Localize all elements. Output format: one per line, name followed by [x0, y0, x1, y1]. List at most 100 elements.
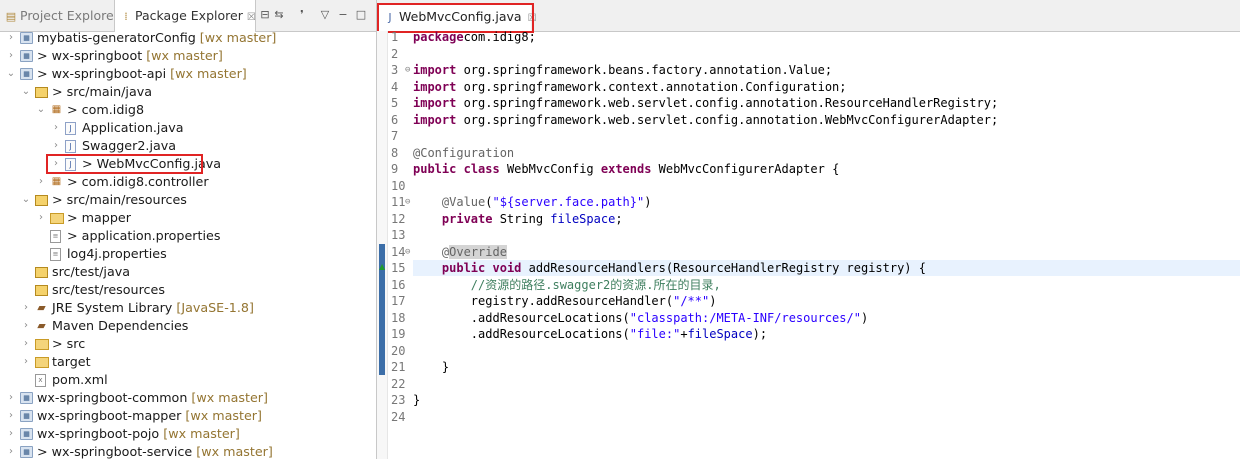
- code-text: public class WebMvcConfig extends WebMvc…: [413, 161, 839, 178]
- fold-toggle-icon[interactable]: ⊖: [405, 244, 410, 261]
- chevron-right-icon[interactable]: ›: [6, 425, 16, 443]
- code-line[interactable]: 6 import org.springframework.web.servlet.…: [377, 112, 1240, 129]
- chevron-down-icon[interactable]: ⌄: [21, 83, 31, 101]
- code-line[interactable]: 3 ⊖ import org.springframework.beans.facto…: [377, 62, 1240, 79]
- tree-item[interactable]: ≡ log4j.properties: [0, 245, 376, 263]
- tab-package-explorer[interactable]: ⁞ Package Explorer ☒: [114, 0, 256, 32]
- focus-icon[interactable]: ❜: [295, 8, 309, 22]
- code-line[interactable]: 2: [377, 46, 1240, 63]
- tree-item[interactable]: src/test/resources: [0, 281, 376, 299]
- minimize-icon[interactable]: −: [336, 8, 350, 22]
- tree-item[interactable]: › ▦ > wx-springboot-service [wx master]: [0, 443, 376, 459]
- chevron-down-icon[interactable]: ⌄: [21, 191, 31, 209]
- code-line[interactable]: 24: [377, 409, 1240, 426]
- tree-item[interactable]: › > src: [0, 335, 376, 353]
- code-line[interactable]: 17 registry.addResourceHandler("/**"): [377, 293, 1240, 310]
- tree-item[interactable]: › ▦ wx-springboot-common [wx master]: [0, 389, 376, 407]
- tree-item[interactable]: › ▦ > com.idig8.controller: [0, 173, 376, 191]
- line-number: 18: [391, 310, 406, 325]
- chevron-right-icon[interactable]: ›: [21, 317, 31, 335]
- code-text: registry.addResourceHandler("/**"): [413, 293, 717, 310]
- tree-item-text: Application.java: [82, 120, 184, 135]
- chevron-down-icon[interactable]: ⌄: [36, 101, 46, 119]
- code-line[interactable]: 16 //资源的路径.swagger2的资源.所在的目录,: [377, 277, 1240, 294]
- code-area[interactable]: 1 packagecom.idig8; 2 3 ⊖ import org.springfr…: [377, 29, 1240, 425]
- tree-item[interactable]: ≡ > application.properties: [0, 227, 376, 245]
- folder-icon: [50, 213, 64, 224]
- tab-project-explorer[interactable]: ▤ Project Explorer: [0, 0, 119, 31]
- chevron-right-icon[interactable]: ›: [51, 119, 61, 137]
- link-with-editor-icon[interactable]: ⇆: [272, 8, 286, 22]
- git-branch-decoration: [wx master]: [163, 426, 240, 441]
- code-token: +: [680, 327, 688, 341]
- code-text: import org.springframework.web.servlet.c…: [413, 95, 998, 112]
- code-line[interactable]: 4 import org.springframework.context.anno…: [377, 79, 1240, 96]
- code-line[interactable]: 22: [377, 376, 1240, 393]
- code-line[interactable]: 23}: [377, 392, 1240, 409]
- tree-item[interactable]: › ▰ JRE System Library [JavaSE-1.8]: [0, 299, 376, 317]
- tree-item[interactable]: › ▰ Maven Dependencies: [0, 317, 376, 335]
- tree-item-text: > src/main/resources: [52, 192, 187, 207]
- code-token: .addResourceLocations(: [413, 327, 630, 341]
- chevron-right-icon[interactable]: ›: [21, 335, 31, 353]
- code-line[interactable]: 13: [377, 227, 1240, 244]
- view-menu-chevron-down-icon[interactable]: ▽: [318, 8, 332, 22]
- tree-item[interactable]: ⌄ ▦ > com.idig8: [0, 101, 376, 119]
- line-number: 7: [391, 129, 399, 143]
- code-token: fileSpace: [550, 211, 616, 226]
- maximize-icon[interactable]: □: [354, 8, 368, 22]
- line-number: 15: [391, 261, 406, 275]
- code-line[interactable]: 5 import org.springframework.web.servlet.…: [377, 95, 1240, 112]
- chevron-right-icon[interactable]: ›: [21, 353, 31, 371]
- tree-item[interactable]: › target: [0, 353, 376, 371]
- tree-item[interactable]: x pom.xml: [0, 371, 376, 389]
- tree-item[interactable]: › ▦ > wx-springboot [wx master]: [0, 47, 376, 65]
- code-line[interactable]: 7: [377, 128, 1240, 145]
- library-icon: ▰: [37, 319, 46, 332]
- code-text: import org.springframework.web.servlet.c…: [413, 112, 998, 129]
- tree-item[interactable]: › J Application.java: [0, 119, 376, 137]
- code-line[interactable]: 10: [377, 178, 1240, 195]
- code-line[interactable]: 1 packagecom.idig8;: [377, 29, 1240, 46]
- code-line[interactable]: 20: [377, 343, 1240, 360]
- code-token: "/**": [673, 294, 710, 308]
- close-icon[interactable]: ☒: [247, 12, 256, 23]
- chevron-right-icon[interactable]: ›: [51, 137, 61, 155]
- tree-item[interactable]: › > mapper: [0, 209, 376, 227]
- package-icon: ▦: [51, 104, 62, 115]
- tree-item[interactable]: ⌄ ▦ > wx-springboot-api [wx master]: [0, 65, 376, 83]
- code-line[interactable]: 12 private String fileSpace;: [377, 211, 1240, 228]
- chevron-right-icon[interactable]: ›: [6, 29, 16, 47]
- code-text: }: [413, 392, 420, 409]
- tree-item[interactable]: src/test/java: [0, 263, 376, 281]
- tree-item[interactable]: › ▦ mybatis-generatorConfig [wx master]: [0, 29, 376, 47]
- package-icon: ▦: [51, 176, 62, 187]
- code-line[interactable]: 8 @Configuration: [377, 145, 1240, 162]
- tree-item[interactable]: ⌄ > src/main/java: [0, 83, 376, 101]
- code-token: import: [413, 96, 457, 110]
- chevron-right-icon[interactable]: ›: [6, 47, 16, 65]
- fold-toggle-icon[interactable]: ⊖: [405, 62, 410, 79]
- collapse-all-icon[interactable]: ⊟: [258, 8, 272, 22]
- chevron-right-icon[interactable]: ›: [36, 173, 46, 191]
- chevron-right-icon[interactable]: ›: [6, 389, 16, 407]
- code-line[interactable]: 11 ⊖ @Value("${server.face.path}"): [377, 194, 1240, 211]
- code-line[interactable]: 18 .addResourceLocations("classpath:/MET…: [377, 310, 1240, 327]
- tree-item-label: src/test/resources: [52, 281, 165, 299]
- tree-item[interactable]: › ▦ wx-springboot-pojo [wx master]: [0, 425, 376, 443]
- code-line[interactable]: 14 ⊖ @Override: [377, 244, 1240, 261]
- code-line[interactable]: 15 public void addResourceHandlers(Resou…: [377, 260, 1240, 277]
- code-line[interactable]: 9 public class WebMvcConfig extends WebMv…: [377, 161, 1240, 178]
- tree-item-text: mybatis-generatorConfig: [37, 30, 196, 45]
- code-line[interactable]: 21 }: [377, 359, 1240, 376]
- tree-item[interactable]: › ▦ wx-springboot-mapper [wx master]: [0, 407, 376, 425]
- tree-item[interactable]: › J Swagger2.java: [0, 137, 376, 155]
- chevron-right-icon[interactable]: ›: [6, 443, 16, 459]
- fold-toggle-icon[interactable]: ⊖: [405, 194, 410, 211]
- chevron-right-icon[interactable]: ›: [21, 299, 31, 317]
- code-line[interactable]: 19 .addResourceLocations("file:"+fileSpa…: [377, 326, 1240, 343]
- chevron-right-icon[interactable]: ›: [6, 407, 16, 425]
- chevron-down-icon[interactable]: ⌄: [6, 65, 16, 83]
- tree-item[interactable]: ⌄ > src/main/resources: [0, 191, 376, 209]
- chevron-right-icon[interactable]: ›: [36, 209, 46, 227]
